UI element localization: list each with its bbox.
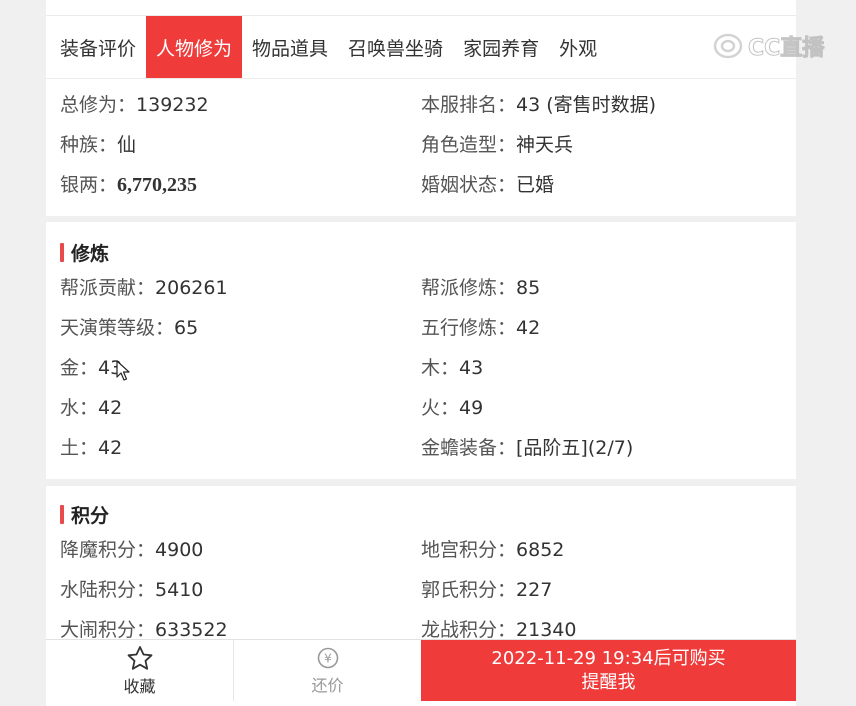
cultivation-row: 金蟾装备：[品阶五](2/7): [421, 436, 633, 460]
yuan-coin-icon: ¥: [317, 647, 338, 668]
cultivation-value: 85: [516, 277, 541, 299]
tab-appearance[interactable]: 外观: [549, 16, 607, 78]
remind-label: 提醒我: [581, 671, 636, 693]
purchase-time-text: 2022-11-29 19:34后可购买: [491, 647, 726, 669]
cultivation-label: 水：: [60, 397, 99, 419]
silver-value: 6,770,235: [117, 174, 198, 196]
cultivation-label: 天演策等级：: [60, 317, 175, 339]
marriage-row: 婚姻状态：已婚: [421, 173, 554, 197]
cultivation-label: 帮派修炼：: [421, 277, 517, 299]
score-value: 21340: [516, 619, 577, 641]
silver-row: 银两：6,770,235: [60, 173, 197, 197]
cultivation-value: 43: [459, 357, 484, 379]
cc-logo-icon: [713, 33, 743, 59]
cultivation-row: 帮派贡献：206261: [60, 276, 228, 300]
cultivation-section: 修炼 帮派贡献：206261 帮派修炼：85 天演策等级：65 五行修炼：42 …: [46, 222, 796, 479]
character-model-label: 角色造型：: [421, 134, 517, 156]
server-rank-label: 本服排名：: [421, 94, 517, 116]
cultivation-label: 火：: [421, 397, 460, 419]
cultivation-row: 五行修炼：42: [421, 316, 540, 340]
cc-live-watermark: CC直播: [712, 30, 825, 62]
cultivation-title-text: 修炼: [71, 243, 110, 265]
score-value: 633522: [155, 619, 228, 641]
scores-title-text: 积分: [71, 505, 110, 527]
score-label: 降魔积分：: [60, 539, 156, 561]
marriage-label: 婚姻状态：: [421, 174, 517, 196]
cultivation-label: 金：: [60, 357, 99, 379]
mouse-cursor-icon: [116, 360, 130, 381]
scores-section-title: 积分: [60, 501, 109, 528]
cultivation-label: 木：: [421, 357, 460, 379]
cultivation-row: 火：49: [421, 396, 483, 420]
character-model-row: 角色造型：神天兵: [421, 133, 573, 157]
cultivation-label: 帮派贡献：: [60, 277, 156, 299]
tab-homestead[interactable]: 家园养育: [453, 16, 549, 78]
cultivation-row: 金：43: [60, 356, 122, 380]
total-cultivation-row: 总修为：139232: [60, 93, 209, 117]
cultivation-row: 木：43: [421, 356, 483, 380]
server-rank-row: 本服排名：43 (寄售时数据): [421, 93, 656, 117]
cultivation-label: 土：: [60, 437, 99, 459]
score-value: 227: [516, 579, 553, 601]
server-rank-value: 43 (寄售时数据): [516, 94, 657, 116]
total-cultivation-value: 139232: [136, 94, 209, 116]
cultivation-label: 五行修炼：: [421, 317, 517, 339]
score-value: 5410: [155, 579, 204, 601]
tab-items[interactable]: 物品道具: [242, 16, 338, 78]
cultivation-row: 天演策等级：65: [60, 316, 198, 340]
character-model-value: 神天兵: [516, 134, 574, 156]
tab-equipment-rating[interactable]: 装备评价: [50, 16, 146, 78]
score-row: 降魔积分：4900: [60, 538, 203, 562]
score-label: 大闹积分：: [60, 619, 156, 641]
bargain-label: 还价: [311, 675, 344, 695]
cultivation-section-title: 修炼: [60, 239, 109, 266]
cultivation-value: 65: [174, 317, 199, 339]
score-value: 4900: [155, 539, 204, 561]
tab-character-cultivation[interactable]: 人物修为: [146, 16, 243, 78]
star-icon: [127, 645, 152, 670]
score-label: 水陆积分：: [60, 579, 156, 601]
section-marker: [60, 505, 64, 524]
favorite-button[interactable]: 收藏: [46, 640, 234, 701]
score-row: 地宫积分：6852: [421, 538, 564, 562]
score-row: 郭氏积分：227: [421, 578, 552, 602]
cultivation-value: 42: [98, 437, 123, 459]
score-label: 地宫积分：: [421, 539, 517, 561]
bargain-button[interactable]: ¥ 还价: [234, 640, 421, 701]
cultivation-value: 42: [98, 397, 123, 419]
score-label: 郭氏积分：: [421, 579, 517, 601]
remind-me-button[interactable]: 2022-11-29 19:34后可购买 提醒我: [421, 640, 796, 701]
race-row: 种族：仙: [60, 133, 136, 157]
bottom-action-bar: 收藏 ¥ 还价 2022-11-29 19:34后可购买 提醒我: [46, 639, 796, 701]
cultivation-label: 金蟾装备：: [421, 437, 517, 459]
tab-summons-mounts[interactable]: 召唤兽坐骑: [338, 16, 453, 78]
top-strip: [46, 0, 796, 16]
marriage-value: 已婚: [516, 174, 555, 196]
silver-label: 银两：: [60, 174, 118, 196]
cultivation-row: 帮派修炼：85: [421, 276, 540, 300]
section-marker: [60, 243, 64, 262]
favorite-label: 收藏: [123, 676, 156, 696]
score-row: 水陆积分：5410: [60, 578, 203, 602]
character-info-panel: 装备评价 人物修为 物品道具 召唤兽坐骑 家园养育 外观 总修为：139232 …: [46, 16, 796, 216]
score-label: 龙战积分：: [421, 619, 517, 641]
cultivation-row: 土：42: [60, 436, 122, 460]
score-value: 6852: [516, 539, 565, 561]
watermark-text: CC直播: [747, 36, 825, 62]
cultivation-value: [品阶五](2/7): [516, 437, 634, 459]
total-cultivation-label: 总修为：: [60, 94, 137, 116]
tab-bar: 装备评价 人物修为 物品道具 召唤兽坐骑 家园养育 外观: [46, 16, 796, 79]
cultivation-value: 42: [516, 317, 541, 339]
svg-text:¥: ¥: [324, 651, 332, 665]
cultivation-value: 49: [459, 397, 484, 419]
race-label: 种族：: [60, 134, 118, 156]
cultivation-value: 206261: [155, 277, 228, 299]
race-value: 仙: [117, 134, 137, 156]
cultivation-row: 水：42: [60, 396, 122, 420]
